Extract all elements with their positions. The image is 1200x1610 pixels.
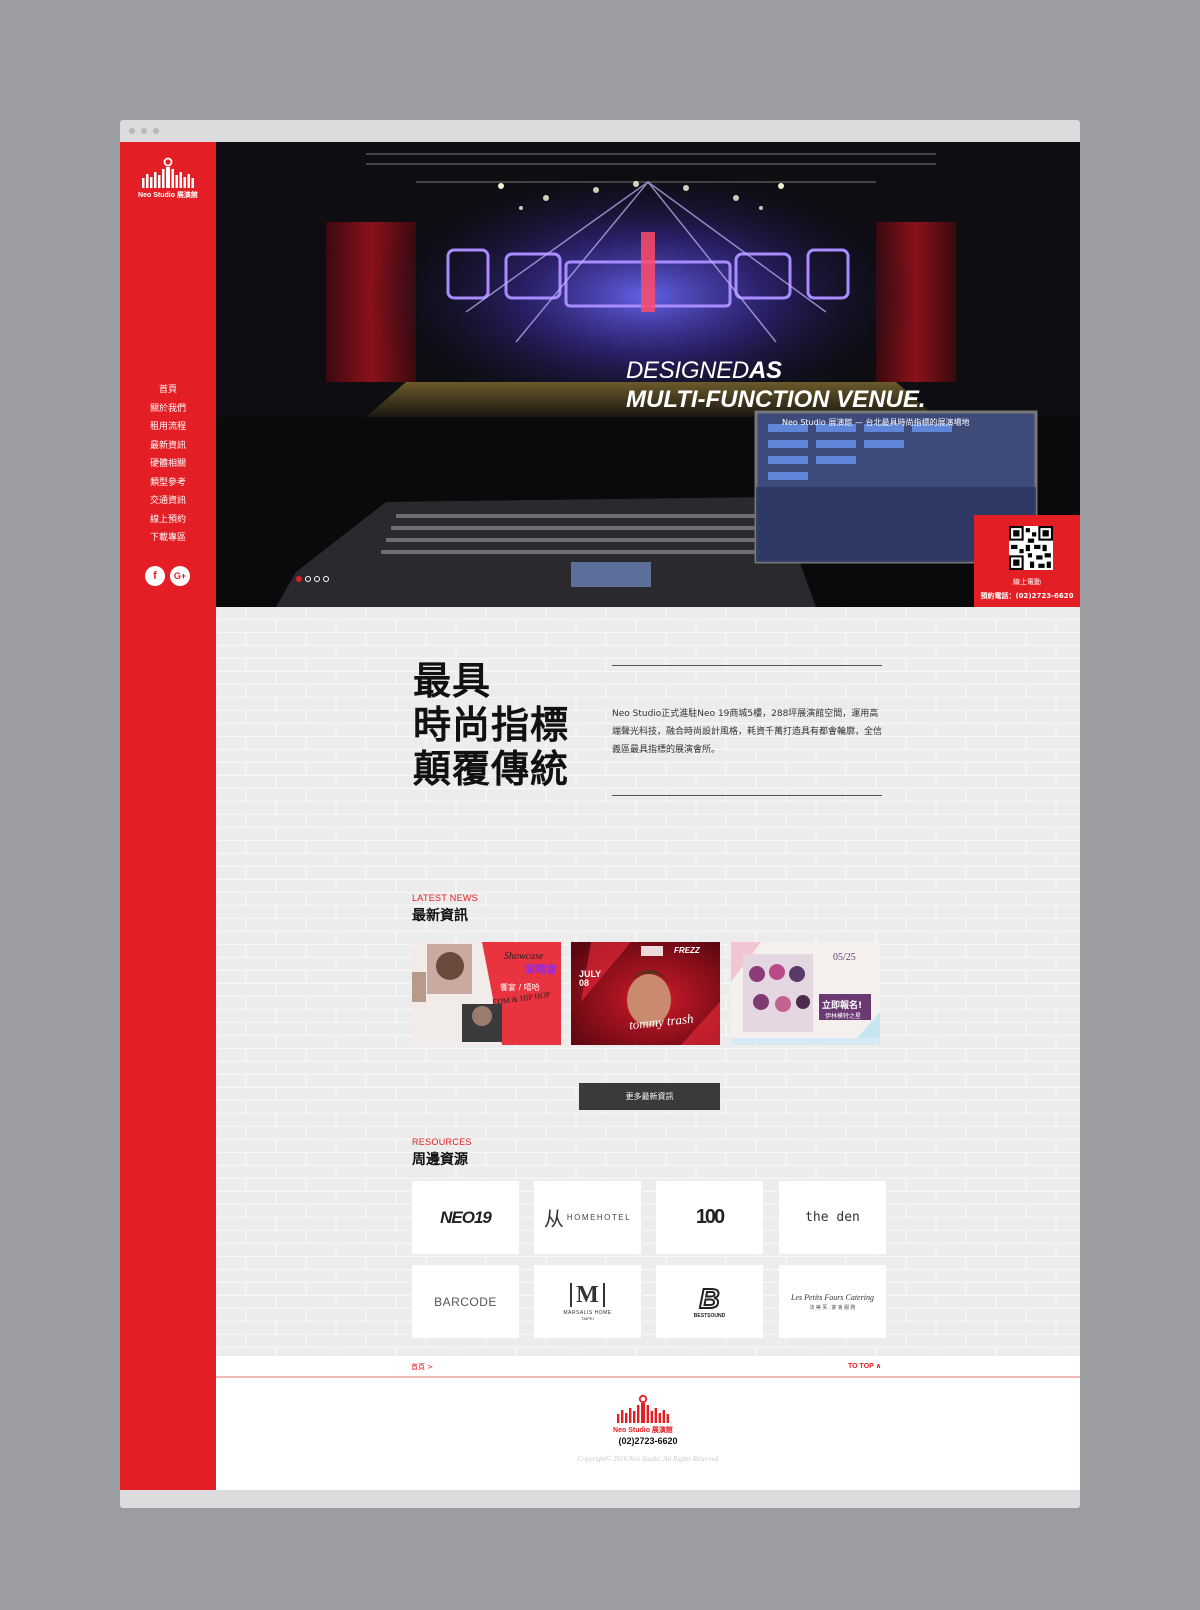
qr-booking-box[interactable]: 線上電動 預約電話：(02)2723-6620 (974, 515, 1080, 607)
hero-headline-light: DESIGNED (626, 357, 749, 384)
divider (612, 665, 882, 666)
qr-phone: 預約電話：(02)2723-6620 (980, 592, 1074, 600)
breadcrumb-bar: 首頁 > TO TOP ∧ (216, 1356, 1080, 1378)
barcode-logo: BARCODE (434, 1294, 497, 1309)
sidebar: Neo Studio 展演館 首頁 關於我們 租用流程 最新資訊 硬體相關 類型… (120, 142, 216, 1490)
browser-title-bar (120, 120, 1080, 142)
window-dot (153, 128, 159, 134)
neo19-logo: NEO19 (440, 1207, 492, 1227)
resource-homehotel[interactable]: 从 HOMEHOTEL (534, 1181, 641, 1254)
more-news-button[interactable]: 更多最新資訊 (579, 1083, 720, 1110)
window-dot (129, 128, 135, 134)
hero-headline-line2: MULTI-FUNCTION VENUE. (626, 386, 926, 413)
resource-marsalis-home[interactable]: M MARSALIS HOME TAIPEI (534, 1265, 641, 1338)
hero-subtitle: Neo Studio 展演館 — 台北最具時尚指標的展演場地 (782, 418, 970, 427)
nav-item-downloads[interactable]: 下載專區 (120, 529, 216, 548)
footer: Neo Studio 展演館 (02)2723-6620 Copyright© … (216, 1378, 1080, 1490)
google-plus-icon[interactable]: G+ (170, 566, 190, 586)
news-card-tommy-trash[interactable]: JULY 08 FREZZ tommy trash (571, 942, 720, 1045)
neo-studio-logo[interactable]: Neo Studio 展演館 (132, 156, 204, 200)
hero-slider: DESIGNEDAS MULTI-FUNCTION VENUE. Neo Stu… (216, 142, 1080, 607)
breadcrumb[interactable]: 首頁 > (411, 1362, 433, 1372)
nav-item-booking[interactable]: 線上預約 (120, 511, 216, 530)
hero-headline-line1: DESIGNEDAS (626, 357, 782, 385)
hero-headline-bold: AS (748, 357, 782, 384)
news-card-showcase[interactable]: Showcase 演唱會 饗宴 / 嘻哈 EDM & HIP HOP (412, 942, 561, 1045)
100-logo: 100 (695, 1206, 725, 1228)
to-top-button[interactable]: TO TOP ∧ (848, 1362, 881, 1370)
resource-les-petits-fours[interactable]: Les Petits Fours Catering 法 蒂 芙 . 宴 會 服 … (779, 1265, 886, 1338)
bestsound-icon: B (698, 1282, 720, 1314)
browser-bottom-bar (120, 1490, 1080, 1508)
homehotel-logo: HOMEHOTEL (566, 1213, 632, 1222)
resources-label-en: RESOURCES (412, 1137, 472, 1147)
nav-item-home[interactable]: 首頁 (120, 381, 216, 400)
homehotel-icon: 从 (543, 1209, 564, 1231)
news-label-en: LATEST NEWS (412, 893, 478, 903)
intro-text: Neo Studio正式進駐Neo 19商城5樓，288坪展演館空間，運用高端聲… (612, 709, 883, 755)
resource-neo19[interactable]: NEO19 (412, 1181, 519, 1254)
slider-pagination (296, 576, 329, 584)
slide-dot[interactable] (314, 576, 320, 582)
divider (612, 795, 882, 796)
the-den-logo: the den (805, 1210, 860, 1225)
window-dot (141, 128, 147, 134)
resources-title: 周邊資源 (412, 1152, 468, 1168)
slogan-line: 顛覆傳統 (413, 747, 570, 791)
resource-100[interactable]: 100 (656, 1181, 763, 1254)
svg-text:Neo Studio 展演館: Neo Studio 展演館 (138, 190, 198, 199)
news-card-sub: 演唱會 (524, 963, 557, 976)
slide-dot[interactable] (296, 576, 302, 582)
resource-barcode[interactable]: BARCODE (412, 1265, 519, 1338)
browser-window: Neo Studio 展演館 首頁 關於我們 租用流程 最新資訊 硬體相關 類型… (120, 120, 1080, 1508)
slogan-line: 時尚指標 (413, 703, 570, 747)
facebook-icon[interactable]: f (145, 566, 165, 586)
resource-bestsound[interactable]: B BESTSOUND (656, 1265, 763, 1338)
main-content: 最具 時尚指標 顛覆傳統 Neo Studio正式進駐Neo 19商城5樓，28… (216, 607, 1080, 1356)
news-card-cta-sub: 伊林模特之星 (825, 1013, 862, 1020)
qr-label: 線上電動 (1013, 578, 1041, 586)
nav-item-about[interactable]: 關於我們 (120, 400, 216, 419)
page: Neo Studio 展演館 首頁 關於我們 租用流程 最新資訊 硬體相關 類型… (120, 142, 1080, 1490)
news-card-date: JULY 08 (579, 969, 602, 988)
bestsound-logo: BESTSOUND (693, 1312, 726, 1319)
les-petits-fours-logo: Les Petits Fours Catering (791, 1292, 874, 1302)
copyright: Copyright© 2016 Neo Studio. All Rights R… (577, 1455, 719, 1463)
news-card-cta: 立即報名! (822, 1001, 863, 1011)
footer-phone: (02)2723-6620 (618, 1436, 678, 1446)
slogan: 最具 時尚指標 顛覆傳統 (413, 659, 569, 791)
slide-dot[interactable] (305, 576, 311, 582)
news-card-image (731, 942, 880, 1045)
nav-item-hardware[interactable]: 硬體相關 (120, 455, 216, 474)
nav-item-types[interactable]: 類型參考 (120, 474, 216, 493)
qr-code-icon (1009, 526, 1053, 570)
slogan-line: 最具 (413, 659, 492, 703)
marsalis-sub: TAIPEI (581, 1315, 594, 1321)
footer-logo[interactable]: Neo Studio 展演館 (608, 1394, 678, 1434)
main-nav: 首頁 關於我們 租用流程 最新資訊 硬體相關 類型參考 交通資訊 線上預約 下載… (120, 381, 216, 548)
nav-item-news[interactable]: 最新資訊 (120, 437, 216, 456)
news-card-date: 05/25 (833, 952, 856, 963)
svg-text:Neo Studio 展演館: Neo Studio 展演館 (613, 1425, 673, 1434)
news-card-partner: FREZZ (674, 946, 700, 955)
news-title: 最新資訊 (412, 908, 468, 924)
marsalis-icon: M (570, 1282, 605, 1307)
les-petits-fours-sub: 法 蒂 芙 . 宴 會 服 務 (809, 1304, 856, 1311)
nav-item-transport[interactable]: 交通資訊 (120, 492, 216, 511)
nav-item-rental-process[interactable]: 租用流程 (120, 418, 216, 437)
slide-dot[interactable] (323, 576, 329, 582)
resource-the-den[interactable]: the den (779, 1181, 886, 1254)
news-card-model-contest[interactable]: 05/25 立即報名! 伊林模特之星 (731, 942, 880, 1045)
